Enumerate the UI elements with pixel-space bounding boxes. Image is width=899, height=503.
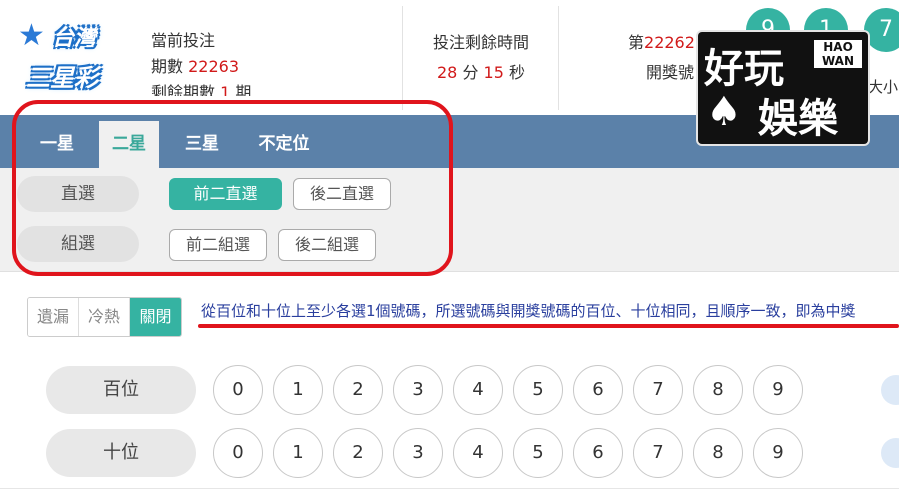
toggle-hot-cold[interactable]: 冷熱 xyxy=(79,298,130,336)
hundreds-number[interactable]: 4 xyxy=(453,365,503,415)
hundreds-number[interactable]: 2 xyxy=(333,365,383,415)
minutes-unit: 分 xyxy=(462,63,479,82)
watermark-text-bottom: 娛樂 xyxy=(758,96,838,142)
logo-text-bottom: 三星彩 xyxy=(26,64,98,92)
remaining-info: 剩餘期數 1 期 xyxy=(151,80,271,96)
tens-number[interactable]: 4 xyxy=(453,428,503,478)
period-info: 期數 22263 xyxy=(151,54,239,80)
current-bet-info: 當前投注 期數 22263 剩餘期數 1 期 xyxy=(151,28,251,96)
hundreds-number[interactable]: 3 xyxy=(393,365,443,415)
watermark-brand: HAO WAN xyxy=(814,40,862,68)
draw-prefix: 第 xyxy=(628,33,645,52)
countdown-seconds: 15 xyxy=(483,63,504,82)
hundreds-label: 百位 xyxy=(46,366,196,414)
hundreds-quick-select[interactable] xyxy=(881,375,899,405)
tens-number[interactable]: 5 xyxy=(513,428,563,478)
countdown-value: 28 分 15 秒 xyxy=(402,58,560,88)
remaining-unit: 期 xyxy=(235,83,252,96)
draw-issue-number: 22262 xyxy=(644,33,695,52)
tens-number[interactable]: 2 xyxy=(333,428,383,478)
logo-text-top: 台灣 xyxy=(52,26,97,51)
tens-number[interactable]: 8 xyxy=(693,428,743,478)
toggle-missing[interactable]: 遺漏 xyxy=(28,298,79,336)
tens-number[interactable]: 9 xyxy=(753,428,803,478)
hundreds-number[interactable]: 5 xyxy=(513,365,563,415)
star-icon: ★ xyxy=(18,18,45,53)
tens-label: 十位 xyxy=(46,429,196,477)
countdown: 投注剩餘時間 28 分 15 秒 xyxy=(402,28,560,88)
divider xyxy=(0,488,899,489)
size-label: 大小 xyxy=(868,78,899,96)
tens-number[interactable]: 6 xyxy=(573,428,623,478)
remaining-value: 1 xyxy=(220,83,231,96)
playing-cards-icon: ♠ xyxy=(706,89,742,135)
countdown-title: 投注剩餘時間 xyxy=(432,33,529,52)
result-ball: 7 xyxy=(864,8,899,52)
header-divider xyxy=(558,6,559,110)
draw-label: 開獎號 xyxy=(646,63,695,82)
toggle-close[interactable]: 關閉 xyxy=(130,298,181,336)
hundreds-number[interactable]: 9 xyxy=(753,365,803,415)
tens-number[interactable]: 1 xyxy=(273,428,323,478)
tens-number[interactable]: 3 xyxy=(393,428,443,478)
hundreds-number[interactable]: 6 xyxy=(573,365,623,415)
rule-description: 從百位和十位上至少各選1個號碼，所選號碼與開獎號碼的百位、十位相同，且順序一致，… xyxy=(201,302,856,320)
tens-quick-select[interactable] xyxy=(881,438,899,468)
hundreds-number[interactable]: 8 xyxy=(693,365,743,415)
lottery-page: ★ 台灣 三星彩 當前投注 期數 22263 剩餘期數 1 期 投注剩餘時間 2… xyxy=(0,0,899,503)
countdown-minutes: 28 xyxy=(436,63,458,82)
tens-number[interactable]: 0 xyxy=(213,428,263,478)
annotation-circle xyxy=(12,100,453,276)
hundreds-number[interactable]: 1 xyxy=(273,365,323,415)
period-value: 22263 xyxy=(188,57,240,76)
stats-toggle-group: 遺漏 冷熱 關閉 xyxy=(27,297,182,337)
hundreds-number[interactable]: 0 xyxy=(213,365,263,415)
taiwan-3star-logo: ★ 台灣 三星彩 xyxy=(18,14,118,98)
haowan-watermark-logo: 好玩 HAO WAN ♠ 娛樂 xyxy=(698,32,868,144)
period-label: 期數 xyxy=(151,57,184,76)
annotation-underline xyxy=(198,324,899,328)
last-draw-info: 第22262 開獎號 xyxy=(628,28,695,88)
draw-issue: 第22262 xyxy=(628,28,695,58)
seconds-unit: 秒 xyxy=(509,63,526,82)
tens-number[interactable]: 7 xyxy=(633,428,683,478)
hundreds-number[interactable]: 7 xyxy=(633,365,683,415)
current-bet-label: 當前投注 xyxy=(151,31,216,50)
remaining-label: 剩餘期數 xyxy=(151,83,216,96)
